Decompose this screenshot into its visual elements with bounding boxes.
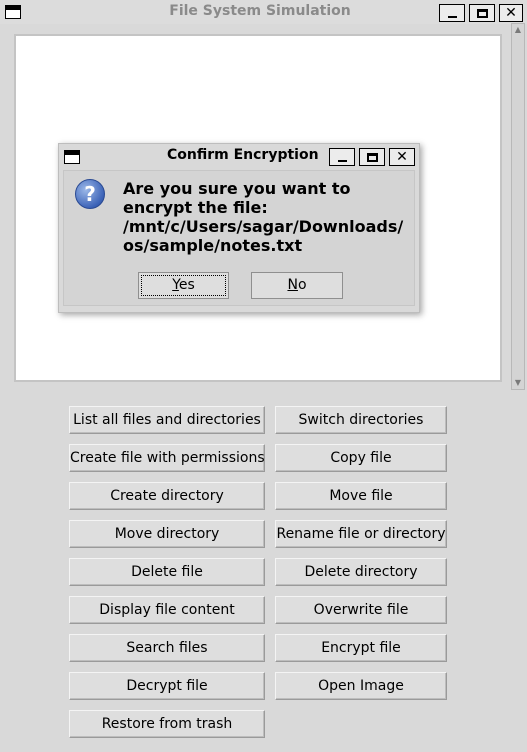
maximize-icon [366, 152, 378, 162]
message-line: Are you sure you want to [123, 179, 351, 198]
dialog-minimize-button[interactable] [329, 148, 355, 166]
yes-button[interactable]: Yes [138, 272, 229, 299]
minimize-icon [447, 16, 457, 18]
title-bar: File System Simulation ✕ [0, 0, 527, 24]
dialog-close-button[interactable]: ✕ [389, 148, 415, 166]
close-icon: ✕ [396, 149, 408, 165]
question-icon: ? [75, 179, 105, 209]
dialog-message: Are you sure you want to encrypt the fil… [123, 179, 413, 255]
dialog-maximize-button[interactable] [359, 148, 385, 166]
yes-label-rest: es [178, 277, 195, 293]
close-icon: ✕ [505, 5, 517, 21]
restore-from-trash-button[interactable]: Restore from trash [69, 710, 265, 738]
dialog-body: ? Are you sure you want to encrypt the f… [63, 170, 415, 306]
minimize-icon [337, 160, 347, 162]
create-file-button[interactable]: Create file with permissions [69, 444, 265, 472]
no-mnemonic: N [287, 277, 298, 293]
dialog-window-icon[interactable] [64, 150, 80, 164]
message-line: os/sample/notes.txt [123, 236, 303, 255]
copy-file-button[interactable]: Copy file [275, 444, 447, 472]
encrypt-file-button[interactable]: Encrypt file [275, 634, 447, 662]
delete-file-button[interactable]: Delete file [69, 558, 265, 586]
no-label-rest: o [297, 277, 307, 293]
close-button[interactable]: ✕ [499, 4, 523, 22]
move-directory-button[interactable]: Move directory [69, 520, 265, 548]
open-image-button[interactable]: Open Image [275, 672, 447, 700]
yes-mnemonic: Y [172, 277, 179, 293]
decrypt-file-button[interactable]: Decrypt file [69, 672, 265, 700]
message-line: /mnt/c/Users/sagar/Downloads/ [123, 217, 404, 236]
search-files-button[interactable]: Search files [69, 634, 265, 662]
create-directory-button[interactable]: Create directory [69, 482, 265, 510]
confirm-encryption-dialog: Confirm Encryption ✕ ? Are you sure you … [58, 143, 420, 313]
overwrite-file-button[interactable]: Overwrite file [275, 596, 447, 624]
scroll-down-icon[interactable]: ▼ [512, 377, 524, 389]
window-icon[interactable] [5, 5, 21, 19]
scroll-up-icon[interactable]: ▲ [512, 24, 524, 36]
switch-directories-button[interactable]: Switch directories [275, 406, 447, 434]
dialog-title: Confirm Encryption [167, 147, 319, 163]
rename-button[interactable]: Rename file or directory [275, 520, 447, 548]
vertical-scrollbar[interactable]: ▲ ▼ [511, 23, 525, 390]
no-button[interactable]: No [251, 272, 343, 299]
maximize-button[interactable] [469, 4, 495, 22]
minimize-button[interactable] [439, 4, 465, 22]
maximize-icon [476, 8, 488, 18]
delete-directory-button[interactable]: Delete directory [275, 558, 447, 586]
window-title: File System Simulation [169, 3, 351, 19]
message-line: encrypt the file: [123, 198, 268, 217]
move-file-button[interactable]: Move file [275, 482, 447, 510]
display-file-content-button[interactable]: Display file content [69, 596, 265, 624]
list-files-button[interactable]: List all files and directories [69, 406, 265, 434]
